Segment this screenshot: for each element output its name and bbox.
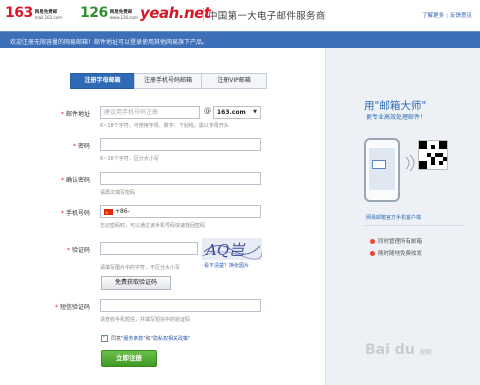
logo-163-domain: mail.163.com bbox=[34, 15, 63, 20]
privacy-link[interactable]: "隐私权相关政策" bbox=[151, 335, 191, 342]
sms-label: * 短信验证码 bbox=[54, 304, 90, 311]
password-label: * 密码 bbox=[72, 143, 90, 150]
envelope-icon bbox=[372, 160, 386, 169]
sms-code-input[interactable] bbox=[100, 299, 261, 312]
domain-value: 163.com bbox=[217, 109, 246, 116]
email-label: * 邮件地址 bbox=[60, 111, 90, 118]
at-sign: @ bbox=[204, 107, 211, 115]
captcha-image[interactable]: AQ岂 bbox=[202, 238, 262, 260]
bullet-icon bbox=[370, 238, 375, 244]
header-links: 了解更多 | 反馈意见 bbox=[422, 13, 472, 19]
password-input[interactable] bbox=[100, 138, 261, 151]
tab-vip-email[interactable]: 注册VIP邮箱 bbox=[201, 73, 267, 89]
confirm-password-hint: 请再次填写密码 bbox=[100, 190, 136, 196]
phone-prefix: +86- bbox=[115, 208, 130, 215]
qr-code-icon[interactable] bbox=[418, 140, 448, 170]
password-hint: 6~16个字符，区分大小写 bbox=[100, 156, 159, 162]
agreement-row: 同意 "服务条款" 和 "隐私权相关政策" bbox=[101, 333, 191, 342]
agree-checkbox[interactable] bbox=[101, 333, 108, 342]
bullet-icon bbox=[370, 250, 375, 256]
welcome-banner: 欢迎注册无限容量的网易邮箱！邮件地址可以登录使用其他网易旗下产品。 bbox=[0, 31, 480, 48]
captcha-noise: AQ岂 bbox=[202, 241, 262, 260]
registration-panel: 注册字母邮箱 注册手机号码邮箱 注册VIP邮箱 * 邮件地址 建议用手机号码注册 … bbox=[0, 48, 325, 385]
phone-hint: 忘记密码时，可以通过该手机号码快速找回密码 bbox=[100, 223, 206, 229]
logo-126[interactable]: 126 网易免费邮 www.126.com bbox=[80, 6, 138, 20]
phone-label: * 手机号码 bbox=[60, 210, 90, 217]
logo-yeah[interactable]: yeah.net bbox=[140, 4, 211, 22]
welcome-text: 欢迎注册无限容量的网易邮箱！邮件地址可以登录使用其他网易旗下产品。 bbox=[10, 39, 209, 46]
phone-input[interactable]: +86- bbox=[100, 205, 261, 218]
promo-feature: 同时管理所有邮箱 bbox=[370, 237, 422, 245]
tab-letter-email[interactable]: 注册字母邮箱 bbox=[70, 73, 135, 89]
china-flag-icon[interactable] bbox=[104, 207, 113, 217]
phone-illustration bbox=[364, 138, 400, 202]
captcha-label: * 验证码 bbox=[66, 247, 90, 254]
confirm-password-input[interactable] bbox=[100, 172, 261, 185]
terms-link[interactable]: "服务条款" bbox=[121, 335, 146, 342]
chevron-down-icon: ▼ bbox=[253, 109, 257, 115]
captcha-input[interactable] bbox=[100, 242, 198, 255]
tab-phone-email[interactable]: 注册手机号码邮箱 bbox=[134, 73, 202, 89]
register-now-button[interactable]: 立即注册 bbox=[101, 350, 157, 367]
get-sms-code-button[interactable]: 免费获取验证码 bbox=[101, 276, 171, 290]
logo-163[interactable]: 163 网易免费邮 mail.163.com bbox=[5, 6, 62, 20]
header-divider bbox=[203, 8, 204, 22]
promo-client-text: 网易邮箱官方手机客户端 bbox=[366, 215, 422, 221]
promo-panel: 用"邮箱大师" 更专业高效处理邮件！ 网易邮箱官方手机客户端 同时管理所有邮箱 … bbox=[325, 48, 480, 385]
promo-title: 用"邮箱大师" bbox=[364, 100, 427, 112]
confirm-password-label: * 确认密码 bbox=[60, 177, 90, 184]
logo-yeah-text: yeah.net bbox=[140, 4, 211, 22]
sms-hint: 请查收手机短信，并填写短信中的验证码 bbox=[100, 317, 191, 323]
signal-icon bbox=[405, 154, 415, 172]
promo-subtitle: 更专业高效处理邮件！ bbox=[366, 114, 427, 121]
promo-feature: 随时随地免费收发 bbox=[370, 249, 422, 257]
header-slogan: 中国第一大电子邮件服务商 bbox=[208, 11, 326, 22]
learn-more-link[interactable]: 了解更多 bbox=[422, 13, 444, 19]
logo-126-number: 126 bbox=[80, 5, 108, 21]
promo-divider bbox=[364, 225, 464, 226]
logo-126-domain: www.126.com bbox=[109, 15, 138, 20]
register-tabs: 注册字母邮箱 注册手机号码邮箱 注册VIP邮箱 bbox=[70, 73, 267, 89]
top-header: 163 网易免费邮 mail.163.com 126 网易免费邮 www.126… bbox=[0, 0, 480, 30]
email-hint: 6~18个字符，可使用字母、数字、下划线，需以字母开头 bbox=[100, 123, 229, 129]
baidu-watermark: Bai du 经验 bbox=[365, 342, 432, 358]
email-input[interactable]: 建议用手机号码注册 bbox=[100, 106, 200, 119]
logo-163-number: 163 bbox=[5, 5, 33, 21]
captcha-refresh-link[interactable]: 看不清楚？换张图片 bbox=[204, 262, 249, 269]
captcha-hint: 请填写图片中的字符，不区分大小写 bbox=[100, 265, 181, 271]
domain-select[interactable]: 163.com ▼ bbox=[213, 106, 261, 119]
captcha-text: AQ岂 bbox=[204, 241, 246, 259]
feedback-link[interactable]: 反馈意见 bbox=[450, 13, 472, 19]
